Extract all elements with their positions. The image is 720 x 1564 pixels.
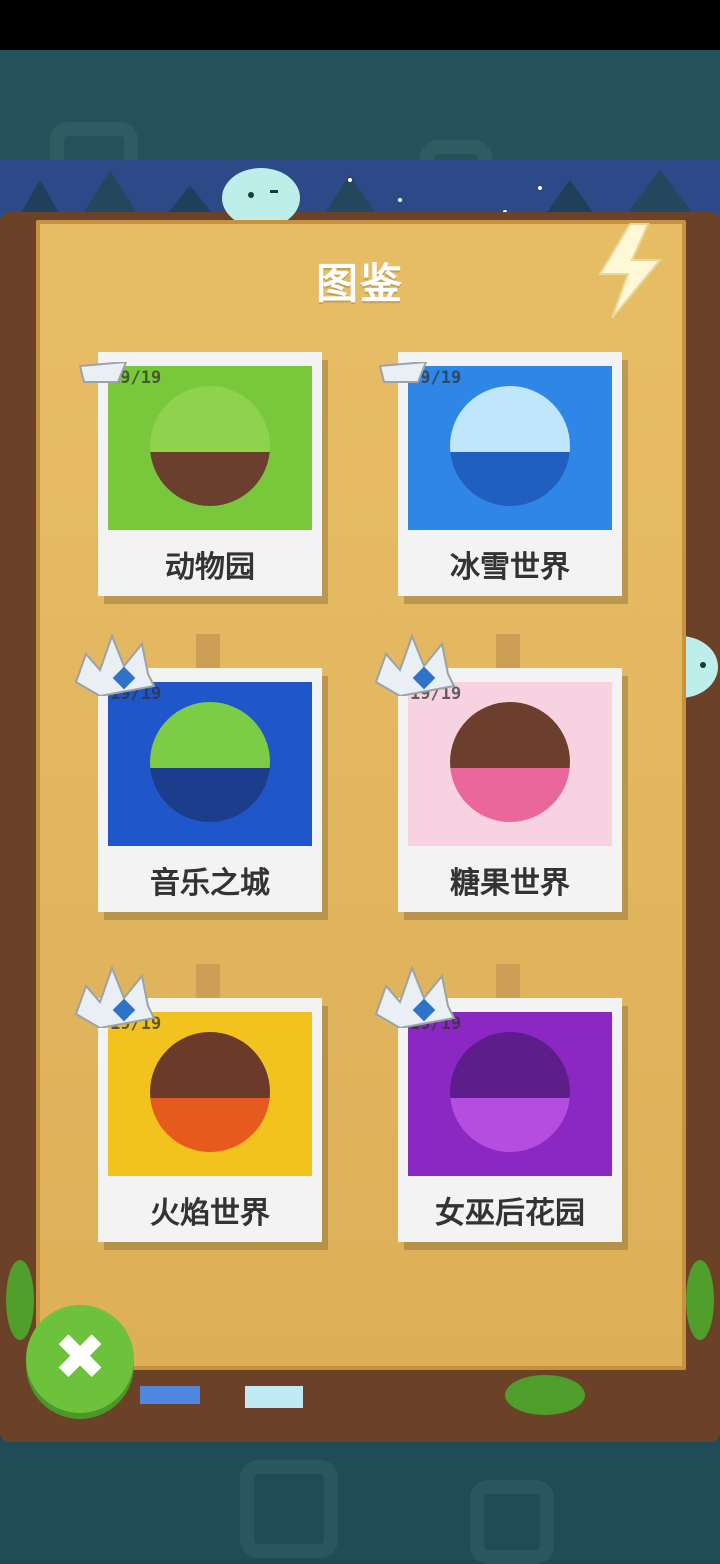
world-card-candy[interactable]: 19/19 糖果世界 bbox=[398, 668, 622, 912]
crown-icon bbox=[74, 965, 156, 1028]
world-art-fire bbox=[108, 1012, 312, 1176]
world-label: 音乐之城 bbox=[150, 866, 270, 901]
world-label: 女巫后花园 bbox=[435, 1196, 585, 1231]
close-icon: ✖ bbox=[53, 1321, 107, 1395]
world-art-witch-garden bbox=[408, 1012, 612, 1176]
world-art-zoo bbox=[108, 366, 312, 530]
world-art-music bbox=[108, 682, 312, 846]
world-card-witch-garden[interactable]: 19/19 女巫后花园 bbox=[398, 998, 622, 1242]
crown-icon bbox=[374, 965, 456, 1028]
world-label: 火焰世界 bbox=[150, 1196, 270, 1231]
crown-icon bbox=[374, 633, 456, 696]
tab-strip-light bbox=[245, 1386, 303, 1408]
page-title: 图鉴 bbox=[315, 259, 404, 308]
crown-icon bbox=[378, 362, 428, 383]
world-label: 动物园 bbox=[165, 550, 255, 585]
tab-strip-blue bbox=[140, 1386, 200, 1404]
world-card-snow[interactable]: 19/19 冰雪世界 bbox=[398, 352, 622, 596]
leaf-decoration bbox=[505, 1375, 585, 1415]
world-label: 糖果世界 bbox=[450, 866, 570, 901]
background-bottom bbox=[0, 1440, 720, 1564]
world-label: 冰雪世界 bbox=[450, 550, 570, 585]
status-bar bbox=[0, 0, 720, 50]
background-top bbox=[0, 50, 720, 212]
world-art-candy bbox=[408, 682, 612, 846]
close-button[interactable]: ✖ bbox=[26, 1305, 134, 1413]
world-card-fire[interactable]: 19/19 火焰世界 bbox=[98, 998, 322, 1242]
crown-icon bbox=[78, 362, 128, 383]
world-art-snow bbox=[408, 366, 612, 530]
world-card-music[interactable]: 19/19 音乐之城 bbox=[98, 668, 322, 912]
mascot-top bbox=[222, 168, 300, 228]
crown-icon bbox=[74, 633, 156, 696]
leaf-decoration bbox=[686, 1260, 714, 1340]
world-card-zoo[interactable]: 19/19 动物园 bbox=[98, 352, 322, 596]
